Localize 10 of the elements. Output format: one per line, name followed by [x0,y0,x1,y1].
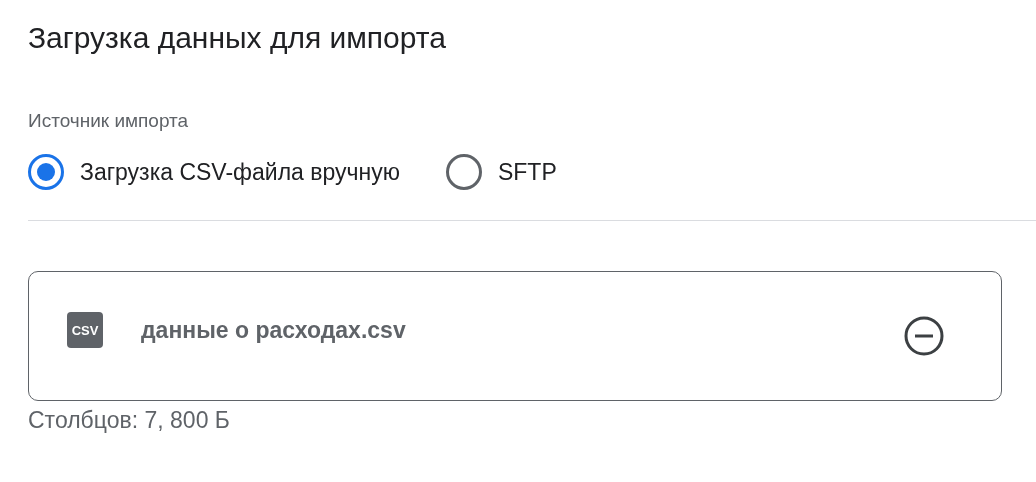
remove-button[interactable] [903,315,945,357]
page-title: Загрузка данных для импорта [28,20,447,56]
csv-file-icon: CSV [67,312,103,348]
file-name: данные о расходах.csv [141,316,407,344]
radio-option[interactable]: SFTP [445,154,557,190]
import-source-label: Источник импорта [28,110,190,132]
file-details: Столбцов: 7, 800 Б [28,407,231,434]
radio-icon[interactable] [28,154,64,190]
radio-option[interactable]: Загрузка CSV-файла вручную [28,154,400,190]
radio-icon[interactable] [445,154,482,190]
